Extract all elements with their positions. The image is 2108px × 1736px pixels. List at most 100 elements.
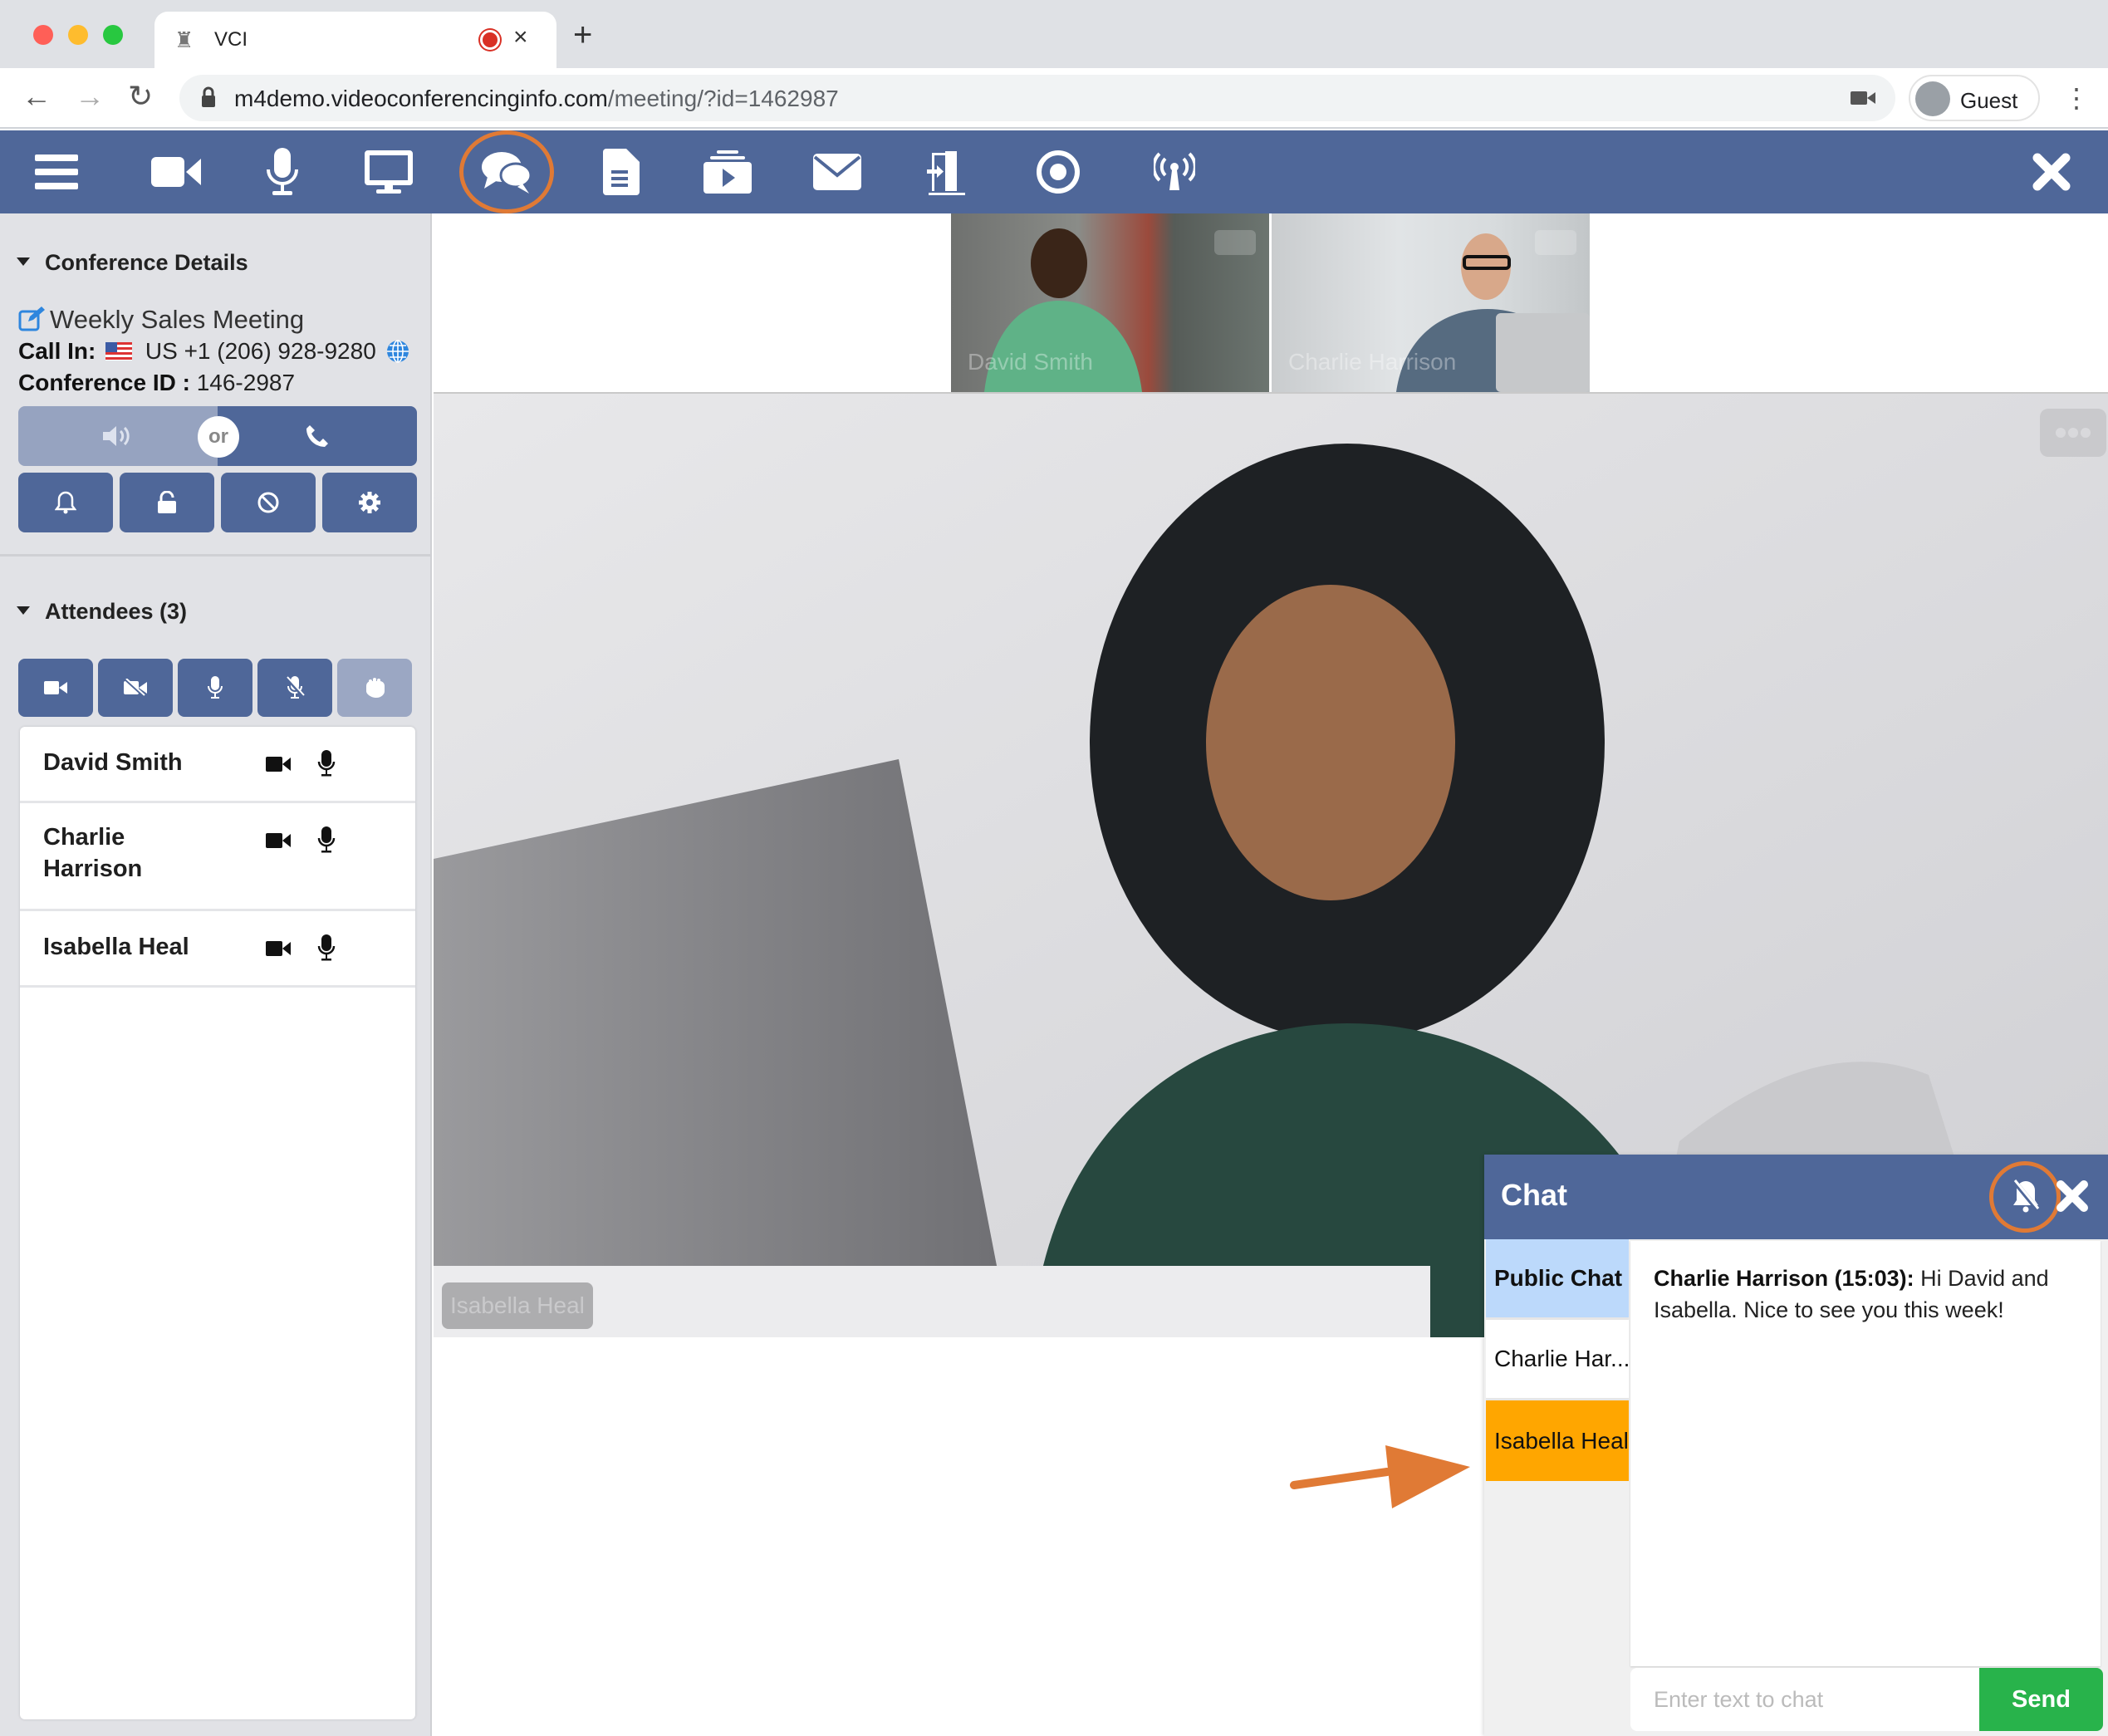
screen-share-button[interactable] bbox=[347, 130, 430, 213]
video-options-button[interactable] bbox=[2040, 409, 2106, 457]
send-button[interactable]: Send bbox=[1979, 1668, 2103, 1731]
avatar-icon bbox=[1915, 81, 1950, 116]
chat-button[interactable] bbox=[465, 130, 548, 213]
chat-message-sender: Charlie Harrison (15:03): bbox=[1654, 1266, 1914, 1291]
url-text: m4demo.videoconferencinginfo.com/meeting… bbox=[234, 86, 839, 111]
recording-indicator-icon bbox=[480, 30, 500, 50]
forward-button[interactable]: → bbox=[75, 80, 105, 113]
sidebar-divider bbox=[0, 554, 432, 557]
browser-menu-button[interactable]: ⋮ bbox=[2063, 81, 2090, 115]
camera-in-use-icon[interactable] bbox=[1851, 90, 1875, 106]
close-icon bbox=[2032, 153, 2071, 191]
document-icon bbox=[603, 149, 640, 195]
all-video-on-button[interactable] bbox=[18, 659, 93, 717]
phone-audio-button[interactable] bbox=[218, 406, 417, 466]
chat-bubbles-icon bbox=[482, 152, 532, 194]
browser-tab[interactable]: ♜ VCI × bbox=[154, 12, 556, 68]
tab-title: VCI bbox=[214, 28, 248, 51]
attendee-name: David Smith bbox=[43, 749, 183, 776]
video-thumbnail[interactable]: Charlie Harrison bbox=[1272, 213, 1590, 392]
meeting-title: Weekly Sales Meeting bbox=[50, 305, 305, 334]
attendee-name: Charlie Harrison bbox=[43, 824, 143, 882]
globe-icon[interactable] bbox=[386, 340, 409, 363]
window-close-button[interactable] bbox=[33, 25, 53, 45]
video-button[interactable] bbox=[135, 130, 218, 213]
documents-button[interactable] bbox=[580, 130, 663, 213]
conference-details-toggle[interactable]: Conference Details bbox=[17, 250, 248, 276]
window-maximize-button[interactable] bbox=[103, 25, 123, 45]
attendees-toggle[interactable]: Attendees (3) bbox=[17, 599, 187, 625]
back-button[interactable]: ← bbox=[22, 80, 51, 113]
hamburger-icon bbox=[35, 154, 78, 189]
thumbnail-options-button[interactable] bbox=[1535, 230, 1576, 255]
broadcast-button[interactable] bbox=[1133, 130, 1216, 213]
chat-tab-isabella[interactable]: Isabella Heal bbox=[1486, 1400, 1629, 1481]
invite-email-button[interactable] bbox=[796, 130, 879, 213]
bell-icon bbox=[55, 491, 76, 514]
meeting-title-row: Weekly Sales Meeting bbox=[18, 305, 304, 335]
block-button[interactable] bbox=[221, 473, 316, 532]
computer-audio-button[interactable] bbox=[18, 406, 218, 466]
speaker-icon bbox=[103, 426, 130, 446]
thumbnail-strip: David Smith Charlie Harrison bbox=[951, 213, 1591, 392]
video-thumbnail[interactable]: David Smith bbox=[951, 213, 1269, 392]
record-button[interactable] bbox=[1017, 130, 1100, 213]
close-chat-button[interactable] bbox=[2056, 1173, 2089, 1219]
lock-meeting-button[interactable] bbox=[120, 473, 214, 532]
attendee-row[interactable]: Charlie Harrison bbox=[20, 803, 415, 911]
attendee-video-icon[interactable] bbox=[266, 755, 291, 773]
media-button[interactable] bbox=[686, 130, 769, 213]
gear-icon bbox=[359, 492, 380, 513]
attendee-mic-icon[interactable] bbox=[317, 750, 336, 777]
notifications-button[interactable] bbox=[18, 473, 113, 532]
attendee-row[interactable]: David Smith bbox=[20, 727, 415, 803]
settings-button[interactable] bbox=[322, 473, 417, 532]
call-in-number: US +1 (206) 928-9280 bbox=[145, 338, 376, 364]
window-minimize-button[interactable] bbox=[68, 25, 88, 45]
chat-tab-charlie[interactable]: Charlie Har... bbox=[1486, 1320, 1629, 1400]
chat-panel: Chat Public Chat Charlie Har... Isabella… bbox=[1484, 1155, 2108, 1736]
attendee-mic-icon[interactable] bbox=[317, 934, 336, 961]
address-bar-row: ← → ↻ m4demo.videoconferencinginfo.com/m… bbox=[0, 68, 2108, 129]
profile-button[interactable]: Guest bbox=[1909, 75, 2040, 121]
site-favicon-icon: ♜ bbox=[174, 27, 194, 52]
attendee-bulk-controls bbox=[18, 659, 412, 717]
door-exit-icon bbox=[927, 151, 965, 195]
audio-mode-toggle: or bbox=[18, 406, 417, 466]
mute-notifications-button[interactable] bbox=[2009, 1178, 2042, 1216]
lock-icon bbox=[202, 86, 215, 107]
thumbnail-options-button[interactable] bbox=[1214, 230, 1256, 255]
video-camera-icon bbox=[151, 157, 201, 187]
microphone-button[interactable] bbox=[241, 130, 324, 213]
phone-icon bbox=[306, 425, 328, 447]
edit-icon[interactable] bbox=[18, 306, 45, 331]
app-toolbar bbox=[0, 130, 2108, 213]
leave-button[interactable] bbox=[905, 130, 988, 213]
all-mic-off-button[interactable] bbox=[257, 659, 332, 717]
new-tab-button[interactable]: + bbox=[573, 18, 592, 51]
chat-tabs: Public Chat Charlie Har... Isabella Heal bbox=[1486, 1239, 1629, 1481]
reload-button[interactable]: ↻ bbox=[128, 80, 153, 113]
close-meeting-button[interactable] bbox=[2010, 130, 2093, 213]
chat-title: Chat bbox=[1501, 1178, 1567, 1212]
desktop-icon bbox=[365, 150, 413, 194]
menu-button[interactable] bbox=[15, 130, 98, 213]
chat-input[interactable] bbox=[1630, 1668, 1979, 1731]
url-bar[interactable]: m4demo.videoconferencinginfo.com/meeting… bbox=[179, 75, 1895, 121]
attendee-video-icon[interactable] bbox=[266, 939, 291, 958]
tab-close-button[interactable]: × bbox=[513, 23, 528, 51]
attendee-row[interactable]: Isabella Heal bbox=[20, 911, 415, 988]
lower-hands-button[interactable] bbox=[337, 659, 412, 717]
speaker-name-badge: Isabella Heal bbox=[442, 1282, 593, 1329]
or-separator: or bbox=[198, 416, 239, 458]
chat-tab-public[interactable]: Public Chat bbox=[1486, 1239, 1629, 1320]
browser-tab-bar: ♜ VCI × + bbox=[0, 0, 2108, 68]
chat-message: Charlie Harrison (15:03): Hi David and I… bbox=[1654, 1263, 2077, 1326]
attendees-heading: Attendees (3) bbox=[45, 599, 188, 624]
video-off-icon bbox=[124, 679, 147, 697]
all-video-off-button[interactable] bbox=[98, 659, 173, 717]
all-mic-on-button[interactable] bbox=[178, 659, 252, 717]
attendee-video-icon[interactable] bbox=[266, 831, 291, 850]
attendee-mic-icon[interactable] bbox=[317, 826, 336, 853]
chat-header: Chat bbox=[1484, 1155, 2108, 1239]
